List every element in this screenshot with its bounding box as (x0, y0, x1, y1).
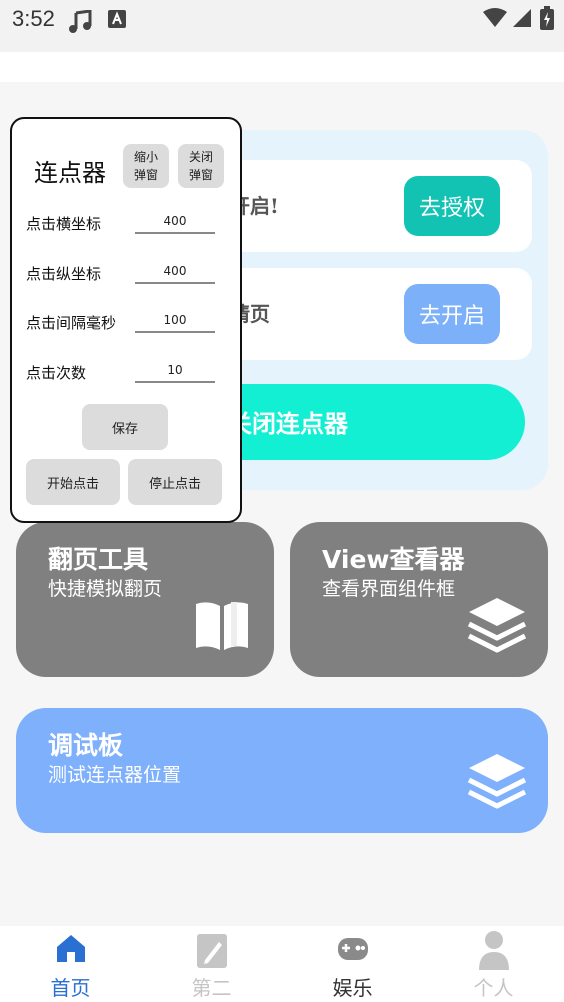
start-click-button[interactable]: 开始点击 (26, 459, 120, 505)
edit-icon (195, 932, 229, 974)
music-note-icon (68, 9, 94, 38)
y-coordinate-input[interactable]: 400 (135, 262, 215, 284)
close-popup-line2: 弹窗 (188, 168, 213, 182)
wifi-icon (482, 8, 508, 32)
accessibility-icon (108, 10, 126, 32)
enable-button[interactable]: 去开启 (404, 284, 500, 344)
page-tool-tile[interactable]: 翻页工具 快捷模拟翻页 (16, 522, 274, 677)
x-coordinate-input[interactable]: 400 (135, 212, 215, 234)
bottom-nav: 首页 第二 娱乐 个人 (0, 926, 564, 1002)
debug-board-tile[interactable]: 调试板 测试连点器位置 (16, 708, 548, 833)
home-icon (55, 932, 87, 968)
debug-board-title: 调试板 (48, 731, 124, 760)
book-icon (194, 598, 250, 656)
clicker-title: 连点器 (34, 159, 106, 187)
page-tool-title: 翻页工具 (48, 545, 149, 574)
status-time: 3:52 (12, 6, 55, 31)
close-popup-button[interactable]: 关闭 弹窗 (178, 144, 224, 188)
layers-icon (466, 594, 528, 660)
shrink-popup-button[interactable]: 缩小 弹窗 (123, 144, 169, 188)
top-strip (0, 52, 564, 82)
view-viewer-tile[interactable]: View查看器 查看界面组件框 (290, 522, 548, 677)
page-tool-subtitle: 快捷模拟翻页 (48, 578, 163, 600)
shrink-popup-line2: 弹窗 (133, 168, 158, 182)
signal-icon (512, 8, 532, 32)
nav-item-home[interactable]: 首页 (0, 926, 141, 1002)
nav-label-home: 首页 (50, 976, 91, 1000)
nav-label-second: 第二 (191, 976, 232, 1000)
interval-label: 点击间隔毫秒 (26, 314, 117, 332)
clicker-floating-window[interactable]: 连点器 缩小 弹窗 关闭 弹窗 点击横坐标 400 点击纵坐标 400 点击间隔… (10, 117, 242, 523)
debug-board-subtitle: 测试连点器位置 (48, 764, 182, 786)
gamepad-icon (336, 936, 370, 966)
click-count-label: 点击次数 (26, 364, 87, 382)
shrink-popup-line1: 缩小 (133, 150, 158, 164)
user-icon (477, 930, 511, 974)
layers-icon (466, 750, 528, 816)
battery-icon (540, 6, 554, 34)
y-coordinate-label: 点击纵坐标 (26, 265, 102, 283)
authorize-button[interactable]: 去授权 (404, 176, 500, 236)
close-popup-line1: 关闭 (188, 150, 213, 164)
nav-label-entertainment: 娱乐 (332, 976, 373, 1000)
x-coordinate-label: 点击横坐标 (26, 215, 102, 233)
close-clicker-label: 关闭连点器 (228, 409, 348, 438)
nav-label-profile: 个人 (473, 976, 514, 1000)
interval-input[interactable]: 100 (135, 311, 215, 333)
nav-item-second[interactable]: 第二 (141, 926, 282, 1002)
nav-item-entertainment[interactable]: 娱乐 (282, 926, 423, 1002)
view-viewer-subtitle: 查看界面组件框 (322, 578, 456, 600)
nav-item-profile[interactable]: 个人 (423, 926, 564, 1002)
stop-click-button[interactable]: 停止点击 (128, 459, 222, 505)
click-count-input[interactable]: 10 (135, 361, 215, 383)
save-button[interactable]: 保存 (82, 404, 168, 450)
view-viewer-title: View查看器 (322, 545, 465, 574)
status-bar: 3:52 (0, 0, 564, 52)
